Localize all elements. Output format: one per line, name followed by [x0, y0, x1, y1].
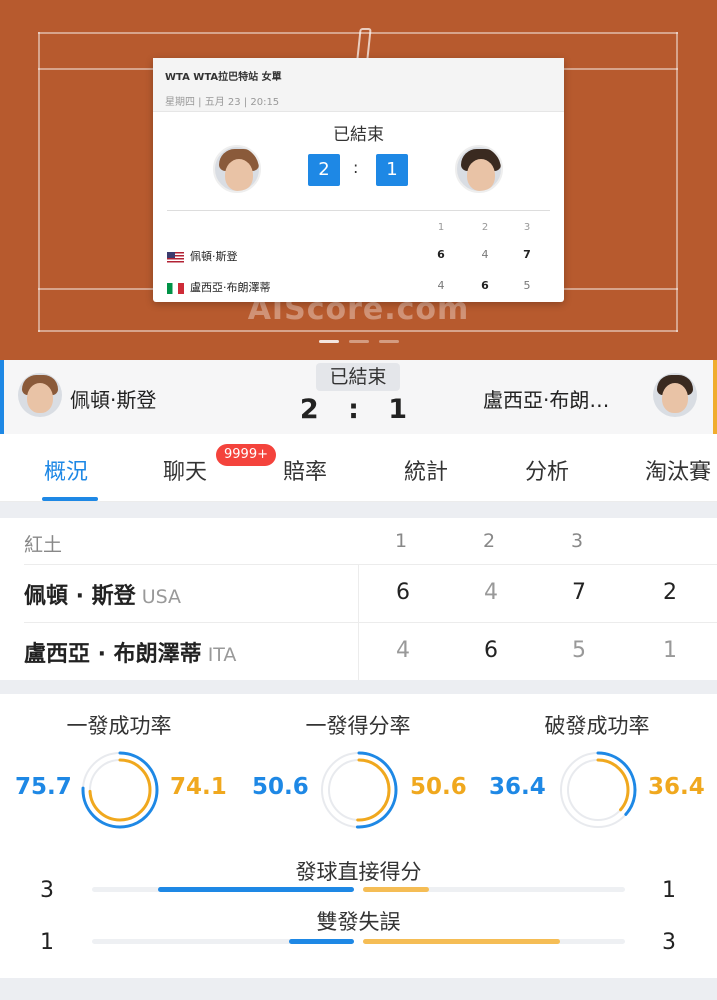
bar-away-value: 1 — [662, 878, 676, 903]
table-row-home[interactable]: 佩頓 · 斯登 USA — [24, 578, 181, 610]
tab-chat[interactable]: 聊天 — [163, 454, 207, 486]
match-datetime: 星期四 | 五月 23 | 20:15 — [165, 97, 280, 108]
chat-badge: 9999+ — [216, 444, 276, 466]
away-avatar — [455, 145, 503, 193]
tournament-name: WTA WTA拉巴特站 女單 — [165, 72, 282, 83]
score-table: 紅土 1 2 3 佩頓 · 斯登 USA 6 4 7 2 盧西亞 · 布朗澤蒂 IT… — [0, 518, 717, 680]
bar-away-fill — [363, 887, 429, 892]
donut-home-value: 50.6 — [252, 774, 309, 800]
bar-home-fill — [288, 939, 354, 944]
donut-chart — [320, 751, 398, 829]
donut-title: 一發得分率 — [305, 714, 411, 738]
donut-away-value: 50.6 — [410, 774, 467, 800]
home-sets-total: 2 — [663, 580, 677, 605]
donut-chart — [81, 751, 159, 829]
bar-home-value: 3 — [40, 878, 54, 903]
italy-flag-icon — [167, 282, 184, 294]
donut-home-value: 75.7 — [15, 774, 72, 800]
home-avatar — [213, 145, 261, 193]
bar-away-fill — [363, 939, 560, 944]
tab-stats[interactable]: 統計 — [404, 454, 448, 486]
tab-knockout[interactable]: 淘汰賽 — [645, 454, 711, 486]
card-player-row: 盧西亞·布朗澤蒂 4 6 5 — [167, 279, 550, 297]
away-sets-total: 1 — [663, 638, 677, 663]
card-player-row: 佩頓·斯登 6 4 7 — [167, 248, 550, 266]
card-status: 已結束 — [333, 125, 384, 145]
donut-away-value: 74.1 — [170, 774, 227, 800]
card-score-away: 1 — [376, 154, 408, 186]
surface-label: 紅土 — [24, 534, 63, 556]
us-flag-icon — [167, 251, 184, 263]
donut-title: 破發成功率 — [544, 714, 650, 738]
tab-overview[interactable]: 概況 — [44, 454, 88, 486]
away-player-avatar[interactable] — [653, 373, 697, 417]
bar-title: 發球直接得分 — [295, 860, 422, 884]
bar-title: 雙發失誤 — [316, 910, 401, 934]
scoreboard-card: WTA WTA拉巴特站 女單 星期四 | 五月 23 | 20:15 已結束 2… — [153, 58, 564, 302]
donut-home-value: 36.4 — [489, 774, 546, 800]
match-status: 已結束 — [316, 363, 400, 391]
card-score-home: 2 — [308, 154, 340, 186]
carousel-dots[interactable] — [0, 340, 717, 343]
donut-title: 一發成功率 — [66, 714, 172, 738]
active-tab-indicator — [42, 497, 98, 501]
tab-bar: 概況 聊天 9999+ 賠率 統計 分析 淘汰賽 — [0, 434, 717, 502]
bar-home-fill — [157, 887, 354, 892]
away-player-name[interactable]: 盧西亞·布朗… — [483, 384, 609, 413]
donut-away-value: 36.4 — [648, 774, 705, 800]
court-header: AIScore.com WTA WTA拉巴特站 女單 星期四 | 五月 23 |… — [0, 0, 717, 360]
tab-odds[interactable]: 賠率 — [283, 454, 327, 486]
stats-panel: 一發成功率 一發得分率 破發成功率 75.7 74.1 50.6 50.6 36… — [0, 694, 717, 978]
donut-chart — [559, 751, 637, 829]
bar-home-value: 1 — [40, 930, 54, 955]
tab-analysis[interactable]: 分析 — [525, 454, 569, 486]
table-row-away[interactable]: 盧西亞 · 布朗澤蒂 ITA — [24, 636, 236, 668]
bar-away-value: 3 — [662, 930, 676, 955]
match-score: 2 : 1 — [299, 394, 418, 425]
match-bar: 佩頓·斯登 已結束 2 : 1 盧西亞·布朗… — [0, 360, 717, 434]
